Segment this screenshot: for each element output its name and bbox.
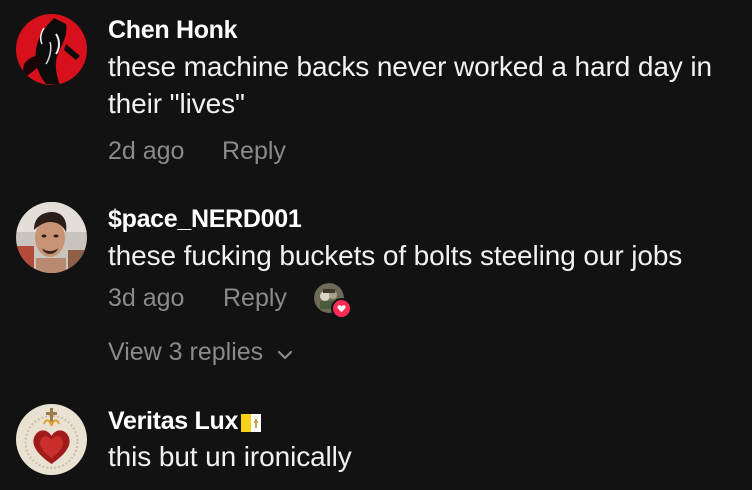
comment-text: this but un ironically (108, 441, 352, 472)
comment-text: these fucking buckets of bolts steeling … (108, 240, 683, 271)
avatar[interactable] (16, 202, 87, 273)
username-text: Veritas Lux (108, 407, 239, 435)
view-replies-label: View 3 replies (108, 338, 264, 366)
reply-button[interactable]: Reply (222, 131, 286, 171)
comment-timestamp: 2d ago (108, 137, 185, 165)
vatican-flag-icon (241, 414, 262, 432)
username[interactable]: Chen Honk (108, 15, 238, 45)
reply-button[interactable]: Reply (223, 278, 287, 318)
heart-icon (331, 298, 352, 319)
comment-timestamp: 3d ago (108, 284, 185, 312)
avatar-image (16, 202, 87, 273)
avatar-image (16, 404, 87, 475)
avatar[interactable] (16, 404, 87, 475)
avatar-image (16, 14, 87, 85)
comment-text: these machine backs never worked a hard … (108, 51, 712, 119)
avatar[interactable] (16, 14, 87, 85)
chevron-down-icon (278, 350, 293, 360)
username[interactable]: $pace_NERD001 (108, 204, 302, 234)
view-replies-button[interactable]: View 3 replies (108, 334, 294, 370)
comment-meta: 3d ago Reply (108, 278, 742, 319)
comment-meta: 2d ago Reply (108, 131, 742, 171)
username[interactable]: Veritas Lux (108, 406, 262, 436)
creator-liked-indicator (314, 283, 352, 319)
